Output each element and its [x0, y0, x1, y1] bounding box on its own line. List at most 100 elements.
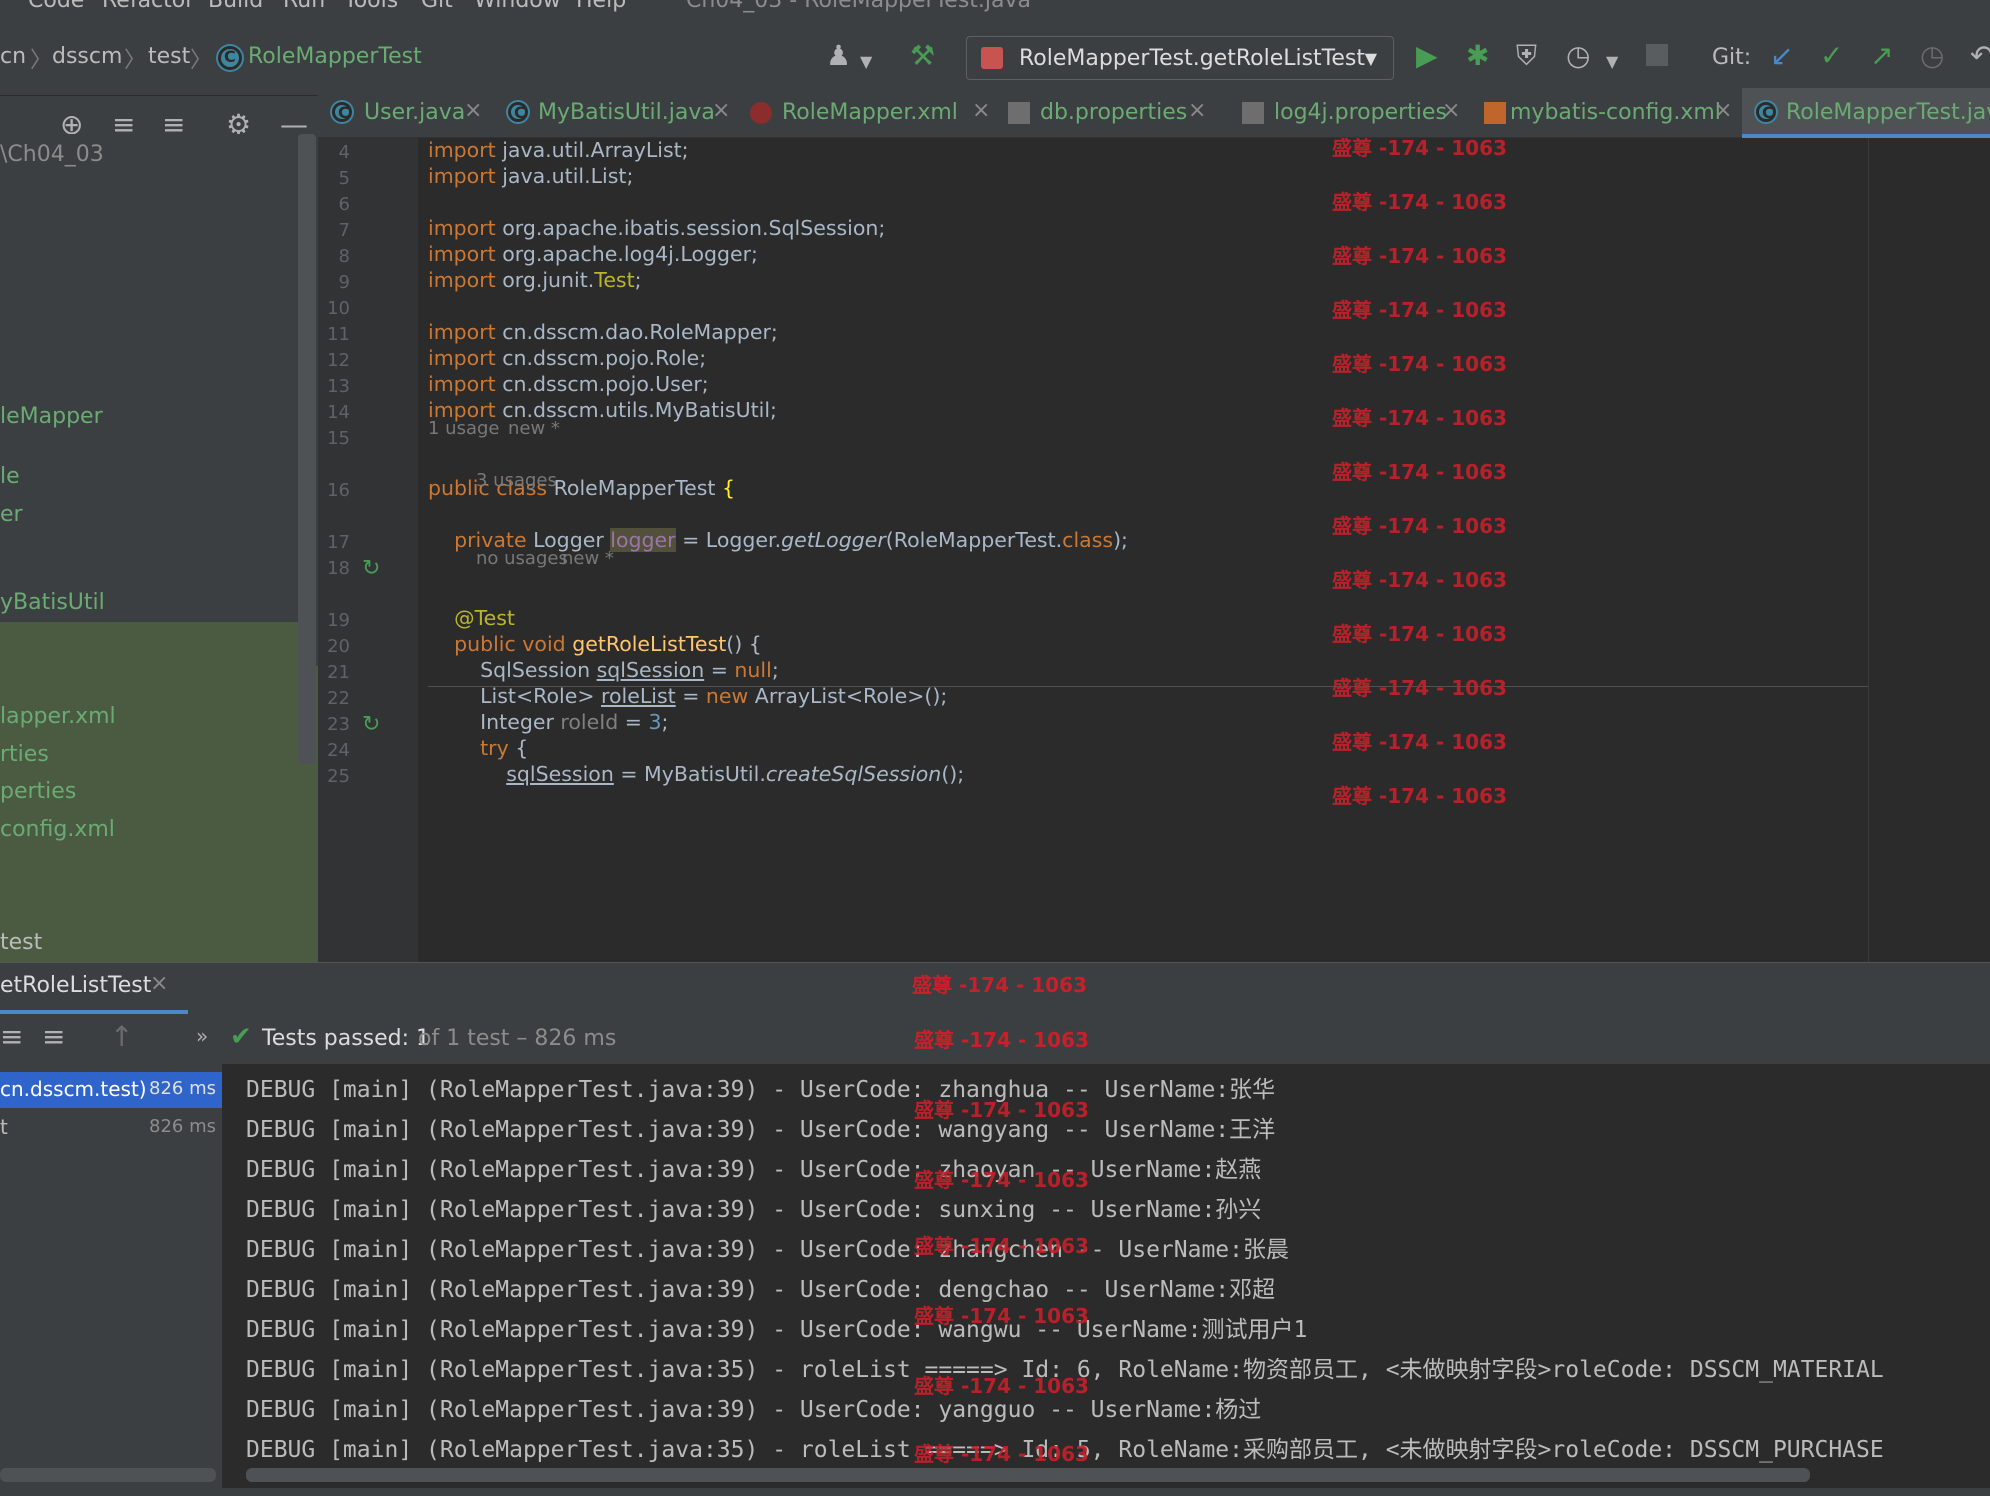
user-profile-icon[interactable]: ♟ — [826, 42, 851, 70]
watermark: 盛尊 -174 - 1063 — [1332, 784, 1507, 808]
close-icon[interactable]: × — [1188, 98, 1206, 123]
menu-run[interactable]: Run — [283, 0, 325, 13]
line-number: 7 — [338, 220, 350, 241]
tree-item[interactable]: er — [0, 502, 23, 527]
test-tree-label: t — [0, 1115, 8, 1139]
breadcrumb-separator-icon: 〉 — [124, 48, 147, 73]
tab-rolemapper-xml[interactable]: RoleMapper.xml × — [738, 88, 990, 138]
rollback-icon[interactable]: ↶ — [1970, 42, 1990, 70]
menu-tools[interactable]: Tools — [344, 0, 398, 13]
tab-rolemappertest-java[interactable]: RoleMapperTest.java — [1742, 88, 1990, 138]
more-icon[interactable]: » — [196, 1024, 208, 1048]
run-tool-window-header: etRoleListTest × 盛尊 -174 - 1063 — [0, 962, 1990, 1015]
console-output[interactable]: DEBUG [main] (RoleMapperTest.java:39) - … — [222, 1064, 1990, 1496]
usage-hint[interactable]: 1 usage — [428, 418, 500, 439]
run-configuration-select[interactable]: RoleMapperTest.getRoleListTest ▼ — [966, 36, 1394, 80]
console-horizontal-scrollbar[interactable] — [246, 1468, 1810, 1482]
run-test-gutter-icon[interactable]: ↻ — [362, 712, 380, 737]
tree-selection-highlight — [0, 622, 298, 666]
line-number: 11 — [327, 324, 350, 345]
tree-item[interactable]: config.xml — [0, 817, 115, 842]
menu-help[interactable]: Help — [576, 0, 626, 13]
usage-hint[interactable]: 3 usages — [476, 470, 557, 491]
code-line: import java.util.List; — [428, 164, 634, 188]
code-line: sqlSession = MyBatisUtil.createSqlSessio… — [506, 762, 965, 786]
properties-icon — [1008, 102, 1030, 124]
author-hint[interactable]: new * — [562, 548, 614, 569]
close-icon[interactable]: × — [712, 98, 730, 123]
run-tab[interactable]: etRoleListTest × — [0, 963, 188, 1015]
run-tab-label: etRoleListTest — [0, 973, 152, 998]
git-commit-icon[interactable]: ✓ — [1820, 42, 1843, 70]
tab-log4j-properties[interactable]: log4j.properties × — [1228, 88, 1468, 138]
git-push-icon[interactable]: ↗ — [1870, 42, 1893, 70]
test-tree-item-selected[interactable]: cn.dsscm.test) 826 ms — [0, 1072, 222, 1108]
line-number: 8 — [338, 246, 350, 267]
code-line: List<Role> roleList = new ArrayList<Role… — [428, 684, 948, 708]
test-tree-item[interactable]: t 826 ms — [0, 1110, 222, 1146]
project-scrollbar[interactable] — [298, 134, 316, 764]
tree-item[interactable]: yBatisUtil — [0, 590, 105, 615]
collapse-all-icon[interactable]: ≡ — [42, 1020, 65, 1053]
close-icon[interactable]: × — [972, 98, 990, 123]
watermark: 盛尊 -174 - 1063 — [914, 1442, 1089, 1466]
editor-tabs: User.java × MyBatisUtil.java × RoleMappe… — [318, 88, 1990, 138]
author-hint[interactable]: new * — [508, 418, 560, 439]
close-icon[interactable]: × — [1714, 98, 1732, 123]
watermark: 盛尊 -174 - 1063 — [1332, 352, 1507, 376]
code-line: SqlSession sqlSession = null; — [428, 658, 779, 682]
tab-label: log4j.properties — [1274, 100, 1447, 125]
close-icon[interactable]: × — [464, 98, 482, 123]
menu-build[interactable]: Build — [208, 0, 263, 13]
code-editor[interactable]: import java.util.ArrayList; import java.… — [418, 138, 1990, 962]
line-number: 14 — [327, 402, 350, 423]
expand-all-icon[interactable]: ≡ — [0, 1020, 23, 1053]
git-label: Git: — [1712, 45, 1752, 70]
usage-hint[interactable]: no usages — [476, 548, 568, 569]
tree-item[interactable]: le — [0, 464, 20, 489]
coverage-icon[interactable]: ⛨ — [1516, 42, 1537, 70]
profile-icon[interactable]: ◷ — [1566, 42, 1590, 70]
build-hammer-icon[interactable]: ⚒ — [910, 42, 935, 70]
chevron-down-icon[interactable]: ▼ — [860, 48, 872, 76]
tree-scrollbar[interactable] — [0, 1468, 216, 1482]
breadcrumb-rolemappertest[interactable]: RoleMapperTest — [248, 44, 422, 69]
tree-item[interactable]: lapper.xml — [0, 704, 116, 729]
tree-item[interactable]: perties — [0, 779, 76, 804]
menu-code[interactable]: Code — [28, 0, 84, 13]
previous-failed-icon[interactable]: ↑ — [110, 1020, 133, 1053]
watermark: 盛尊 -174 - 1063 — [1332, 730, 1507, 754]
watermark: 盛尊 -174 - 1063 — [1332, 190, 1507, 214]
breadcrumb-test[interactable]: test — [148, 44, 190, 69]
tree-item[interactable]: test — [0, 930, 42, 955]
run-icon[interactable]: ▶ — [1416, 42, 1438, 70]
git-update-icon[interactable]: ↙ — [1770, 42, 1793, 70]
breadcrumb-dsscm[interactable]: dsscm — [52, 44, 122, 69]
stop-icon[interactable] — [1646, 44, 1668, 66]
tree-item[interactable]: rties — [0, 742, 49, 767]
tests-status: Tests passed: 1 — [262, 1026, 431, 1051]
line-number: 13 — [327, 376, 350, 397]
tree-item[interactable]: \Ch04_03 — [0, 142, 104, 167]
menu-refactor[interactable]: Refactor — [102, 0, 194, 13]
tab-mybatisutil-java[interactable]: MyBatisUtil.java × — [494, 88, 734, 138]
breadcrumb-cn[interactable]: cn — [0, 44, 26, 69]
tab-user-java[interactable]: User.java × — [318, 88, 488, 138]
run-test-gutter-icon[interactable]: ↻ — [362, 556, 380, 581]
project-tree: \Ch04_03 leMapper le er yBatisUtil lappe… — [0, 134, 318, 962]
menu-window[interactable]: Window — [474, 0, 561, 13]
log-line: DEBUG [main] (RoleMapperTest.java:39) - … — [246, 1197, 1262, 1223]
tree-item[interactable]: leMapper — [0, 404, 103, 429]
breadcrumb-separator-icon: 〉 — [30, 48, 53, 73]
debug-icon[interactable]: ✱ — [1466, 42, 1489, 70]
watermark: 盛尊 -174 - 1063 — [914, 1304, 1089, 1328]
menu-git[interactable]: Git — [421, 0, 453, 13]
class-icon — [1756, 102, 1776, 122]
chevron-down-icon[interactable]: ▼ — [1606, 48, 1618, 76]
tab-mybatis-config-xml[interactable]: mybatis-config.xml × — [1470, 88, 1740, 138]
close-icon[interactable]: × — [150, 971, 168, 996]
history-icon[interactable]: ◷ — [1920, 42, 1944, 70]
navigation-bar: cn 〉 dsscm 〉 test 〉 RoleMapperTest ♟ ▼ ⚒… — [0, 20, 1990, 96]
close-icon[interactable]: × — [1442, 98, 1460, 123]
tab-db-properties[interactable]: db.properties × — [994, 88, 1214, 138]
